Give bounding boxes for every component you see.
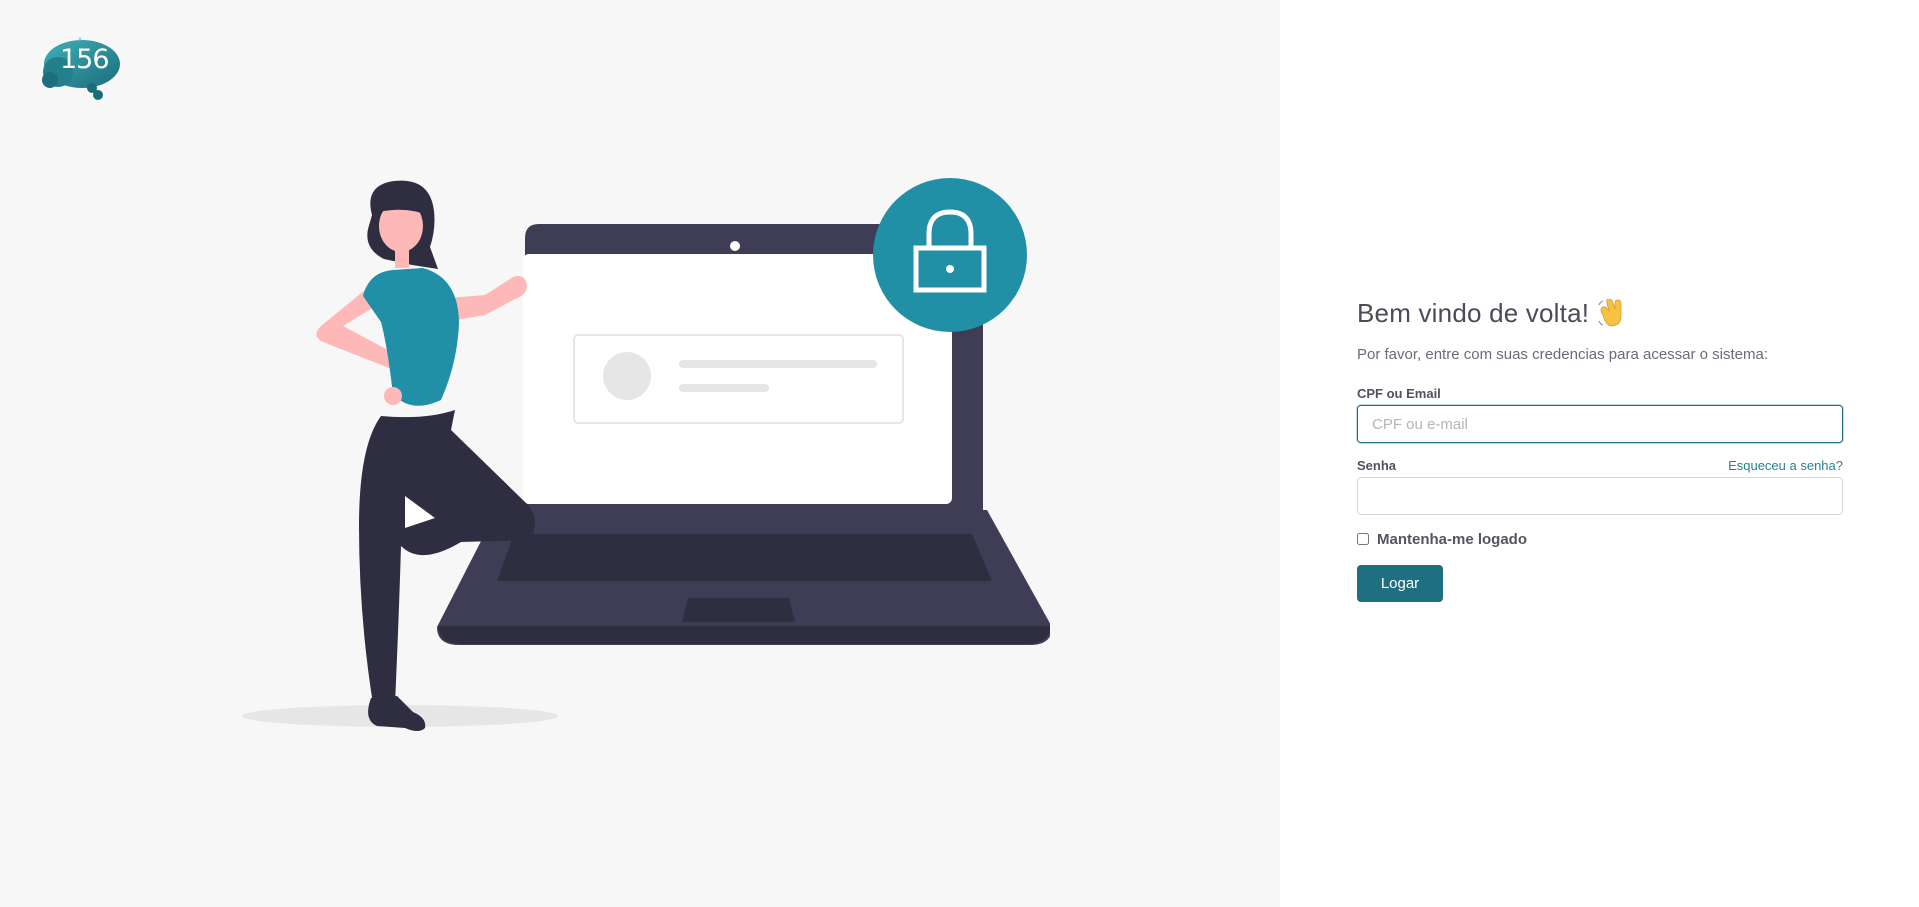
welcome-title-text: Bem vindo de volta! <box>1357 297 1590 328</box>
welcome-title: Bem vindo de volta! <box>1357 295 1843 331</box>
woman-laptop-illustration <box>242 178 1050 731</box>
login-page: 156 Bem vindo de volta! Por favor, entre… <box>0 0 1919 907</box>
waving-hand-icon <box>1598 299 1622 327</box>
remember-me-label[interactable]: Mantenha-me logado <box>1377 531 1527 548</box>
password-input[interactable] <box>1357 477 1843 515</box>
remember-me-row: Mantenha-me logado <box>1357 529 1843 549</box>
login-panel: Bem vindo de volta! Por favor, entre com… <box>1280 0 1919 907</box>
password-label: Senha <box>1357 458 1397 473</box>
forgot-password-link[interactable]: Esqueceu a senha? <box>1728 458 1843 473</box>
illustration-panel: 156 <box>0 0 1280 907</box>
login-subtitle: Por favor, entre com suas credencias par… <box>1357 346 1769 363</box>
email-label: CPF ou Email <box>1357 386 1441 401</box>
login-button[interactable]: Logar <box>1357 565 1443 602</box>
password-label-row: Senha Esqueceu a senha? <box>1357 458 1843 473</box>
email-input[interactable] <box>1357 405 1843 443</box>
email-label-row: CPF ou Email <box>1357 386 1843 401</box>
login-form: Bem vindo de volta! Por favor, entre com… <box>1357 295 1843 602</box>
brand-logo[interactable]: 156 <box>38 36 124 102</box>
remember-me-checkbox[interactable] <box>1357 533 1369 545</box>
hero-illustration <box>235 170 1050 735</box>
logo-text: 156 <box>60 44 110 75</box>
